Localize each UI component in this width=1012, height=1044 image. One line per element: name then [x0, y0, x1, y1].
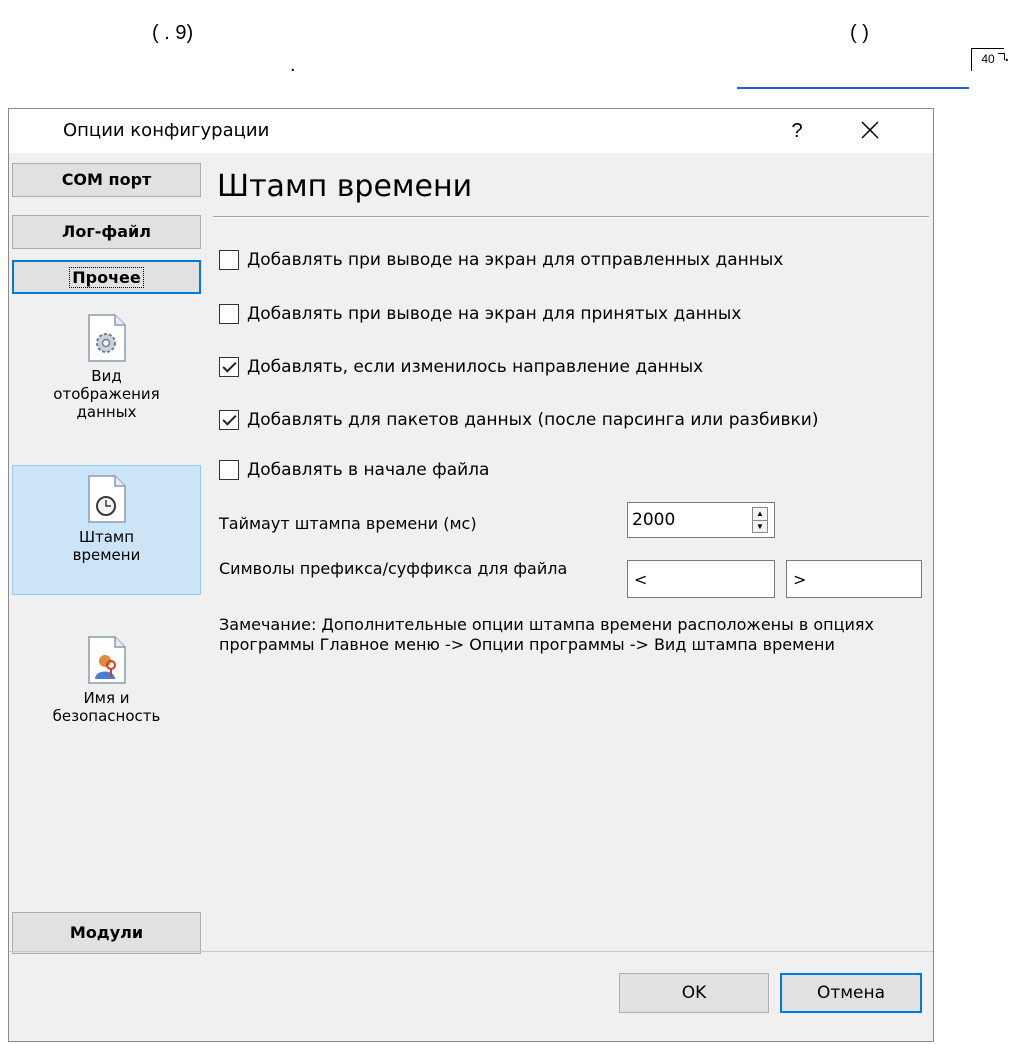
timeout-input[interactable] — [632, 507, 732, 533]
prefix-suffix-label: Символы префикса/суффикса для файла — [219, 559, 568, 578]
close-icon — [861, 121, 879, 139]
checkbox[interactable] — [219, 357, 239, 377]
checkbox-row[interactable]: Добавлять при выводе на экран для принят… — [219, 302, 741, 326]
checkbox-label: Добавлять при выводе на экран для отправ… — [247, 250, 784, 270]
sidebar-button-log-file[interactable]: Лог-файл — [12, 215, 201, 249]
sidebar-item-label: Штамп времени — [72, 528, 141, 564]
dialog-title: Опции конфигурации — [63, 120, 270, 141]
gear-document-icon — [87, 314, 126, 362]
help-button[interactable]: ? — [779, 115, 815, 147]
timeout-label: Таймаут штампа времени (мс) — [219, 514, 477, 533]
checkbox-row[interactable]: Добавлять для пакетов данных (после парс… — [219, 408, 818, 432]
user-key-document-icon — [87, 636, 126, 684]
bottom-divider — [9, 951, 933, 952]
sidebar-item-timestamp[interactable]: Штамп времени — [12, 465, 201, 595]
divider — [213, 216, 929, 218]
doc-text-fragment: . — [1004, 44, 1010, 66]
sidebar-item-data-view[interactable]: Вид отображения данных — [12, 303, 201, 443]
spin-up-icon[interactable]: ▲ — [753, 508, 767, 521]
close-button[interactable] — [849, 113, 893, 147]
cancel-button[interactable]: Отмена — [780, 973, 922, 1013]
clock-document-icon — [87, 475, 126, 523]
doc-text-fragment: ( . 9) — [152, 22, 194, 44]
checkbox-row[interactable]: Добавлять при выводе на экран для отправ… — [219, 248, 783, 272]
checkbox-row[interactable]: Добавлять в начале файла — [219, 458, 489, 482]
checkbox[interactable] — [219, 460, 239, 480]
checkbox[interactable] — [219, 304, 239, 324]
suffix-input[interactable] — [786, 560, 922, 598]
checkbox-label: Добавлять при выводе на экран для принят… — [247, 304, 742, 324]
timeout-stepper[interactable]: ▲ ▼ — [627, 502, 775, 538]
page-ref-box[interactable]: 40 — [971, 48, 1005, 71]
spin-buttons[interactable]: ▲ ▼ — [752, 507, 768, 533]
doc-hyperlink[interactable] — [737, 87, 969, 89]
sidebar-item-label: Вид отображения данных — [53, 367, 160, 421]
note-text: Замечание: Дополнительные опции штампа в… — [219, 615, 874, 654]
panel-title: Штамп времени — [217, 169, 473, 204]
spin-down-icon[interactable]: ▼ — [753, 521, 767, 533]
sidebar-button-com-port[interactable]: COM порт — [12, 163, 201, 197]
title-bar: Опции конфигурации ? — [9, 109, 933, 153]
doc-text-fragment: ( ) — [850, 22, 869, 44]
checkbox[interactable] — [219, 410, 239, 430]
checkbox-row[interactable]: Добавлять, если изменилось направление д… — [219, 355, 703, 379]
checkbox-label: Добавлять для пакетов данных (после парс… — [247, 410, 819, 430]
sidebar-button-modules[interactable]: Модули — [12, 912, 201, 954]
sidebar-item-label: Имя и безопасность — [52, 689, 161, 725]
ok-button[interactable]: OK — [619, 973, 769, 1013]
config-dialog: Опции конфигурации ? COM порт Лог-файл П… — [8, 108, 934, 1042]
sidebar-button-label: Прочее — [69, 267, 144, 288]
checkbox-label: Добавлять, если изменилось направление д… — [247, 357, 704, 377]
prefix-input[interactable] — [627, 560, 775, 598]
doc-text-fragment: . — [290, 54, 296, 76]
sidebar-item-name-security[interactable]: Имя и безопасность — [12, 629, 201, 759]
checkbox-label: Добавлять в начале файла — [247, 460, 490, 480]
checkbox[interactable] — [219, 250, 239, 270]
sidebar-button-other[interactable]: Прочее — [12, 260, 201, 294]
